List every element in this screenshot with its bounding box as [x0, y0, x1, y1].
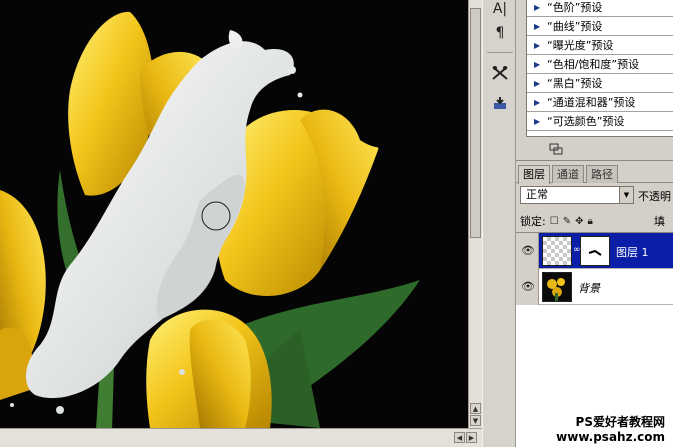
layer-thumbnail: [542, 272, 572, 302]
lock-transparent-icon[interactable]: ☐: [550, 216, 559, 227]
scroll-down-arrow-icon[interactable]: ▼: [470, 415, 481, 426]
tab-layers[interactable]: 图层: [518, 165, 550, 184]
preset-levels[interactable]: ▶ “色阶”预设: [527, 0, 673, 17]
scroll-left-arrow-icon[interactable]: ◀: [454, 432, 465, 443]
layers-panel-tabs: 图层 通道 路径: [516, 165, 673, 184]
panel-dock-strip: A| ¶: [482, 0, 516, 447]
dock-divider: [487, 52, 513, 53]
scroll-right-arrow-icon[interactable]: ▶: [466, 432, 477, 443]
chain-link-icon[interactable]: ∞: [573, 245, 581, 257]
layer-thumbnail: [542, 236, 572, 266]
watermark-line2: www.psahz.com: [556, 430, 665, 444]
chevron-down-icon[interactable]: ▼: [619, 187, 633, 203]
scroll-thumb[interactable]: [470, 8, 481, 238]
vertical-scrollbar[interactable]: ▲ ▼: [468, 0, 482, 428]
lock-label: 锁定:: [520, 215, 546, 228]
eye-icon[interactable]: 👁︎: [520, 243, 536, 259]
layer-name: 图层 1: [616, 246, 649, 259]
preset-list: ▶ “色阶”预设 ▶ “曲线”预设 ▶ “曝光度”预设 ▶ “色相/饱和度”预设 ▶ “黑…: [526, 0, 673, 137]
lock-brush-icon[interactable]: ✎: [563, 216, 571, 227]
preset-channel-mixer[interactable]: ▶ “通道混和器”预设: [527, 93, 673, 112]
triangle-right-icon[interactable]: ▶: [534, 79, 543, 88]
visibility-column: 👁︎: [516, 233, 539, 269]
character-icon[interactable]: A|: [487, 0, 513, 22]
adjustments-presets-panel: ▶ “色阶”预设 ▶ “曲线”预设 ▶ “曝光度”预设 ▶ “色相/饱和度”预设 ▶ “黑…: [516, 0, 673, 160]
watermark-line1: PS爱好者教程网: [575, 415, 665, 429]
lock-row: 锁定: ☐ ✎ ✥ 🔒︎: [520, 213, 593, 229]
document-canvas[interactable]: [0, 0, 468, 428]
horizontal-scrollbar[interactable]: ◀ ▶: [0, 428, 482, 447]
triangle-right-icon[interactable]: ▶: [534, 22, 543, 31]
watermark: PS爱好者教程网 www.psahz.com: [556, 415, 665, 445]
tab-paths[interactable]: 路径: [586, 165, 618, 183]
layer-mask-thumbnail[interactable]: [580, 236, 610, 266]
photoshop-window: ▲ ▼ ◀ ▶ A| ¶ ▶ “色阶”预设 ▶ “曲线”预设 ▶ “曝光度”预设 ▶ “…: [0, 0, 673, 447]
preset-exposure[interactable]: ▶ “曝光度”预设: [527, 36, 673, 55]
preset-black-white[interactable]: ▶ “黑白”预设: [527, 74, 673, 93]
layer-row[interactable]: 👁︎ 背景: [516, 269, 673, 305]
paragraph-icon[interactable]: ¶: [487, 20, 513, 46]
scroll-up-arrow-icon[interactable]: ▲: [470, 403, 481, 414]
tool-presets-icon[interactable]: [487, 60, 513, 86]
preset-selective-color[interactable]: ▶ “可选颜色”预设: [527, 112, 673, 131]
lock-move-icon[interactable]: ✥: [575, 216, 583, 227]
eye-icon[interactable]: 👁︎: [520, 279, 536, 295]
layer-row[interactable]: 👁︎ ∞ 图层 1: [516, 233, 673, 269]
triangle-right-icon[interactable]: ▶: [534, 3, 543, 12]
fill-label: 填: [654, 215, 665, 228]
tab-channels[interactable]: 通道: [552, 165, 584, 183]
clone-source-icon[interactable]: [487, 90, 513, 116]
triangle-right-icon[interactable]: ▶: [534, 98, 543, 107]
blend-mode-select[interactable]: 正常 ▼: [520, 186, 634, 204]
panel-return-icon[interactable]: [549, 143, 563, 155]
preset-hue-saturation[interactable]: ▶ “色相/饱和度”预设: [527, 55, 673, 74]
canvas-image: [0, 0, 468, 428]
layer-name: 背景: [578, 282, 600, 295]
opacity-label: 不透明: [638, 190, 671, 203]
triangle-right-icon[interactable]: ▶: [534, 117, 543, 126]
triangle-right-icon[interactable]: ▶: [534, 60, 543, 69]
lock-all-icon[interactable]: 🔒︎: [587, 216, 592, 227]
preset-curves[interactable]: ▶ “曲线”预设: [527, 17, 673, 36]
triangle-right-icon[interactable]: ▶: [534, 41, 543, 50]
visibility-column: 👁︎: [516, 269, 539, 305]
layers-panel: 图层 通道 路径 正常 ▼ 不透明 锁定: ☐ ✎ ✥ 🔒︎ 填 👁︎ ∞ 图层…: [516, 160, 673, 447]
